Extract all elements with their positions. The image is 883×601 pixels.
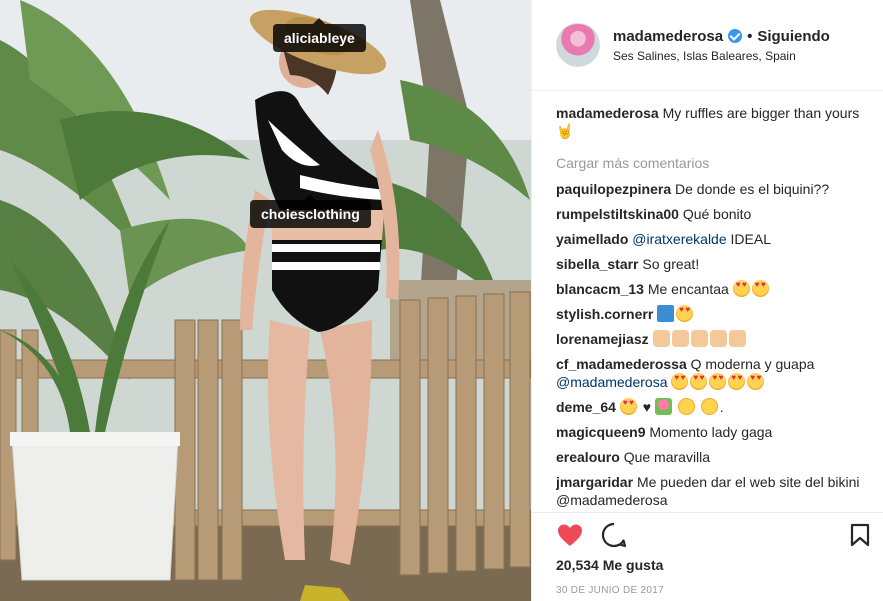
up-arrow-emoji-icon [657, 305, 675, 322]
comment-button[interactable] [600, 521, 628, 549]
comment-username[interactable]: erealouro [556, 449, 620, 465]
pray-emoji-icon [709, 330, 727, 347]
comment-suffix: . [719, 399, 724, 415]
comment-mention-link[interactable]: @iratxerekalde [632, 231, 726, 247]
load-more-comments-button[interactable]: Cargar más comentarios [556, 154, 874, 172]
post-side-panel: madamederosa • Siguiendo Ses Salines, Is… [531, 0, 883, 601]
photo-tag-label: aliciableye [284, 30, 355, 46]
heart-eyes-emoji-icon [690, 373, 708, 390]
header-separator: • [747, 27, 753, 45]
post-header: madamederosa • Siguiendo Ses Salines, Is… [532, 0, 883, 91]
pray-emoji-icon [690, 330, 708, 347]
comment-text: Q moderna y guapa [690, 356, 815, 372]
bookmark-icon [850, 523, 870, 547]
comment-username[interactable]: yaimellado [556, 231, 628, 247]
comment-username[interactable]: paquilopezpinera [556, 181, 671, 197]
heart-eyes-emoji-icon [676, 305, 694, 322]
list-item: deme_64 ♥ . [556, 398, 874, 416]
caption-username[interactable]: madamederosa [556, 105, 659, 121]
list-item: jmargaridar Me pueden dar el web site de… [556, 473, 874, 509]
comment-text: Que maravilla [623, 449, 711, 465]
comment-username[interactable]: blancacm_13 [556, 281, 644, 297]
photo-tag-aliciableye[interactable]: aliciableye [273, 18, 366, 52]
heart-eyes-emoji-icon [751, 280, 769, 297]
comment-mention-link[interactable]: @madamederosa [556, 374, 668, 390]
photo-tag-label: choiesclothing [261, 206, 360, 222]
following-button[interactable]: Siguiendo [757, 28, 830, 45]
list-item: cf_madamederossa Q moderna y guapa @mada… [556, 355, 874, 391]
wink-emoji-icon [677, 398, 695, 415]
comment-username[interactable]: jmargaridar [556, 474, 633, 490]
comment-username[interactable]: magicqueen9 [556, 424, 645, 440]
post-caption: madamederosa My ruffles are bigger than … [556, 104, 874, 140]
heart-eyes-emoji-icon [671, 373, 689, 390]
comment-username[interactable]: stylish.cornerr [556, 306, 653, 322]
avatar[interactable] [556, 23, 600, 67]
pray-emoji-icon [728, 330, 746, 347]
heart-eyes-emoji-icon [709, 373, 727, 390]
comment-username[interactable]: cf_madamederossa [556, 356, 687, 372]
black-heart-emoji-icon: ♥ [642, 399, 652, 415]
pray-emoji-icon [652, 330, 670, 347]
comment-username[interactable]: sibella_starr [556, 256, 639, 272]
wink-emoji-icon [700, 398, 718, 415]
verified-badge-icon [728, 29, 743, 43]
heart-eyes-emoji-icon [747, 373, 765, 390]
comment-text: IDEAL [730, 231, 771, 247]
comment-text: Qué bonito [682, 206, 752, 222]
list-item: blancacm_13 Me encantaa [556, 280, 874, 298]
post-date: 30 DE JUNIO DE 2017 [556, 585, 664, 596]
comment-text: Momento lady gaga [649, 424, 773, 440]
photo-tag-choiesclothing[interactable]: choiesclothing [250, 194, 371, 228]
list-item: erealouro Que maravilla [556, 448, 874, 466]
comments-list[interactable]: madamederosa My ruffles are bigger than … [556, 104, 874, 512]
comment-text: Me encantaa [647, 281, 729, 297]
save-button[interactable] [846, 521, 874, 549]
heart-eyes-emoji-icon [619, 398, 637, 415]
tulip-emoji-icon [654, 398, 672, 415]
comment-username[interactable]: lorenamejiasz [556, 331, 649, 347]
likes-count[interactable]: 20,534 Me gusta [556, 557, 663, 573]
header-username[interactable]: madamederosa [613, 28, 723, 45]
heart-eyes-emoji-icon [728, 373, 746, 390]
header-row: madamederosa • Siguiendo [613, 28, 830, 45]
list-item: lorenamejiasz [556, 330, 874, 348]
heart-icon [558, 524, 582, 546]
header-text: madamederosa • Siguiendo Ses Salines, Is… [613, 28, 830, 63]
post-photo[interactable]: aliciableye choiesclothing [0, 0, 531, 601]
comment-text: De donde es el biquini?? [675, 181, 830, 197]
list-item: stylish.cornerr [556, 305, 874, 323]
like-button[interactable] [556, 521, 584, 549]
comment-username[interactable]: deme_64 [556, 399, 616, 415]
post-location[interactable]: Ses Salines, Islas Baleares, Spain [613, 49, 830, 63]
list-item: magicqueen9 Momento lady gaga [556, 423, 874, 441]
list-item: yaimellado @iratxerekalde IDEAL [556, 230, 874, 248]
heart-eyes-emoji-icon [732, 280, 750, 297]
list-item: paquilopezpinera De donde es el biquini?… [556, 180, 874, 198]
comment-username[interactable]: rumpelstiltskina00 [556, 206, 679, 222]
pray-emoji-icon [671, 330, 689, 347]
comment-icon [601, 522, 627, 548]
list-item: rumpelstiltskina00 Qué bonito [556, 205, 874, 223]
list-item: sibella_starr So great! [556, 255, 874, 273]
comment-text: So great! [642, 256, 700, 272]
post-actions: 20,534 Me gusta 30 DE JUNIO DE 2017 [532, 512, 883, 601]
photo-scene [0, 0, 531, 601]
